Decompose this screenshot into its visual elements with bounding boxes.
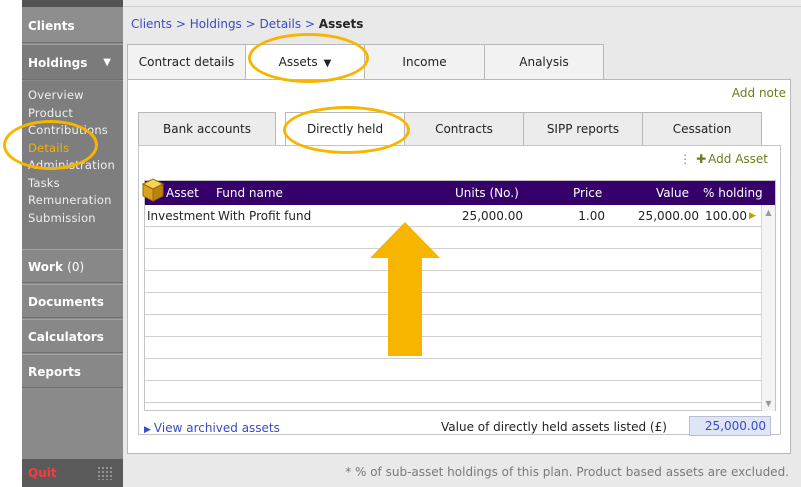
col-asset[interactable]: Asset xyxy=(166,181,199,205)
col-units[interactable]: Units (No.) xyxy=(455,181,519,205)
tab-contract-details[interactable]: Contract details xyxy=(127,44,246,80)
breadcrumb: Clients > Holdings > Details > Assets xyxy=(131,17,363,31)
empty-row xyxy=(145,315,761,337)
directly-held-pane: ⋮ ✚ Add Asset Asset Fund name Units (No.) … xyxy=(138,145,781,436)
sidebar-work[interactable]: Work (0) xyxy=(22,249,123,283)
tab-assets-label: Assets xyxy=(278,55,318,69)
col-price[interactable]: Price xyxy=(573,181,602,205)
quit-label: Quit xyxy=(28,466,57,480)
top-strip-dark xyxy=(22,0,123,7)
tab-directly-held[interactable]: Directly held xyxy=(285,112,405,147)
grid-scrollbar[interactable]: ▲ ▼ xyxy=(761,205,775,411)
empty-row xyxy=(145,337,761,359)
cell-price: 1.00 xyxy=(578,209,605,223)
sidebar-holdings-label: Holdings xyxy=(28,56,88,70)
chevron-down-icon[interactable]: ▼ xyxy=(324,58,332,69)
breadcrumb-sep: > xyxy=(241,17,260,31)
total-label: Value of directly held assets listed (£) xyxy=(441,420,667,434)
tab-analysis[interactable]: Analysis xyxy=(484,44,604,80)
cell-value: 25,000.00 xyxy=(637,209,699,223)
breadcrumb-holdings[interactable]: Holdings xyxy=(190,17,242,31)
top-strip-left xyxy=(0,0,22,7)
empty-row xyxy=(145,381,761,403)
sidebar-work-label: Work xyxy=(28,260,63,274)
scroll-down-icon[interactable]: ▼ xyxy=(764,399,773,408)
resize-grip-icon[interactable] xyxy=(97,466,113,480)
add-asset-button[interactable]: ⋮ ✚ Add Asset xyxy=(679,152,768,166)
top-strip xyxy=(0,0,801,7)
footnote: * % of sub-asset holdings of this plan. … xyxy=(345,465,789,479)
sidebar-item-remuneration[interactable]: Remuneration xyxy=(22,192,123,210)
cell-holding: 100.00 xyxy=(705,209,747,223)
row-expand-icon[interactable]: ▶ xyxy=(749,205,756,227)
sidebar-submenu: Overview Product Contributions Details A… xyxy=(22,81,123,249)
up-arrow-icon xyxy=(370,222,440,356)
table-row[interactable]: Investment With Profit fund 25,000.00 1.… xyxy=(145,205,761,227)
breadcrumb-sep: > xyxy=(301,17,319,31)
sidebar-clients[interactable]: Clients xyxy=(22,7,123,43)
col-fund-name[interactable]: Fund name xyxy=(216,181,283,205)
sidebar-item-contributions[interactable]: Contributions xyxy=(22,122,123,140)
sidebar-holdings[interactable]: Holdings ▼ xyxy=(22,44,123,80)
sidebar-item-overview[interactable]: Overview xyxy=(22,87,123,105)
sidebar-item-administration[interactable]: Administration xyxy=(22,157,123,175)
tab-assets[interactable]: Assets ▼ xyxy=(245,44,365,81)
assets-grid: Asset Fund name Units (No.) Price Value … xyxy=(141,178,776,411)
sidebar-documents[interactable]: Documents xyxy=(22,284,123,318)
empty-row xyxy=(145,227,761,249)
cell-fund: With Profit fund xyxy=(218,209,312,223)
empty-row xyxy=(145,249,761,271)
tab-contracts[interactable]: Contracts xyxy=(404,112,524,146)
breadcrumb-clients[interactable]: Clients xyxy=(131,17,172,31)
empty-row xyxy=(145,293,761,315)
sidebar-reports[interactable]: Reports xyxy=(22,354,123,388)
add-asset-label: Add Asset xyxy=(708,152,768,166)
separator-dots-icon: ⋮ xyxy=(679,152,691,166)
main-area: Clients > Holdings > Details > Assets Co… xyxy=(123,7,801,487)
cell-units: 25,000.00 xyxy=(461,209,523,223)
col-value[interactable]: Value xyxy=(656,181,689,205)
empty-row xyxy=(145,359,761,381)
view-archived-label: View archived assets xyxy=(153,421,280,435)
plus-icon: ✚ xyxy=(696,152,707,166)
chevron-down-icon[interactable]: ▼ xyxy=(103,45,111,81)
grid-header: Asset Fund name Units (No.) Price Value … xyxy=(141,178,775,205)
tab-cessation[interactable]: Cessation xyxy=(642,112,762,146)
quit-button[interactable]: Quit xyxy=(22,459,123,487)
breadcrumb-sep: > xyxy=(172,17,190,31)
add-note-link[interactable]: Add note xyxy=(732,86,786,100)
triangle-right-icon: ▶ xyxy=(144,425,151,435)
tab-income[interactable]: Income xyxy=(364,44,485,80)
total-value: 25,000.00 xyxy=(689,416,771,436)
sidebar-item-details[interactable]: Details xyxy=(22,140,123,158)
empty-row xyxy=(145,271,761,293)
col-holding[interactable]: % holding xyxy=(703,181,763,205)
breadcrumb-details[interactable]: Details xyxy=(260,17,302,31)
view-archived-link[interactable]: ▶ View archived assets xyxy=(144,421,280,435)
work-count: (0) xyxy=(67,260,85,274)
sidebar-calculators[interactable]: Calculators xyxy=(22,319,123,353)
scroll-up-icon[interactable]: ▲ xyxy=(764,208,773,217)
assets-panel: Add note Bank accounts Directly held Con… xyxy=(127,79,791,454)
tab-sipp-reports[interactable]: SIPP reports xyxy=(523,112,643,146)
sidebar-item-submission[interactable]: Submission xyxy=(22,210,123,228)
asset-box-icon xyxy=(141,178,165,202)
tab-bank-accounts[interactable]: Bank accounts xyxy=(138,112,276,146)
sidebar-item-tasks[interactable]: Tasks xyxy=(22,175,123,193)
cell-asset: Investment xyxy=(147,209,215,223)
sidebar: Clients Holdings ▼ Overview Product Cont… xyxy=(22,7,123,487)
sidebar-item-product[interactable]: Product xyxy=(22,105,123,123)
breadcrumb-current: Assets xyxy=(318,17,364,31)
